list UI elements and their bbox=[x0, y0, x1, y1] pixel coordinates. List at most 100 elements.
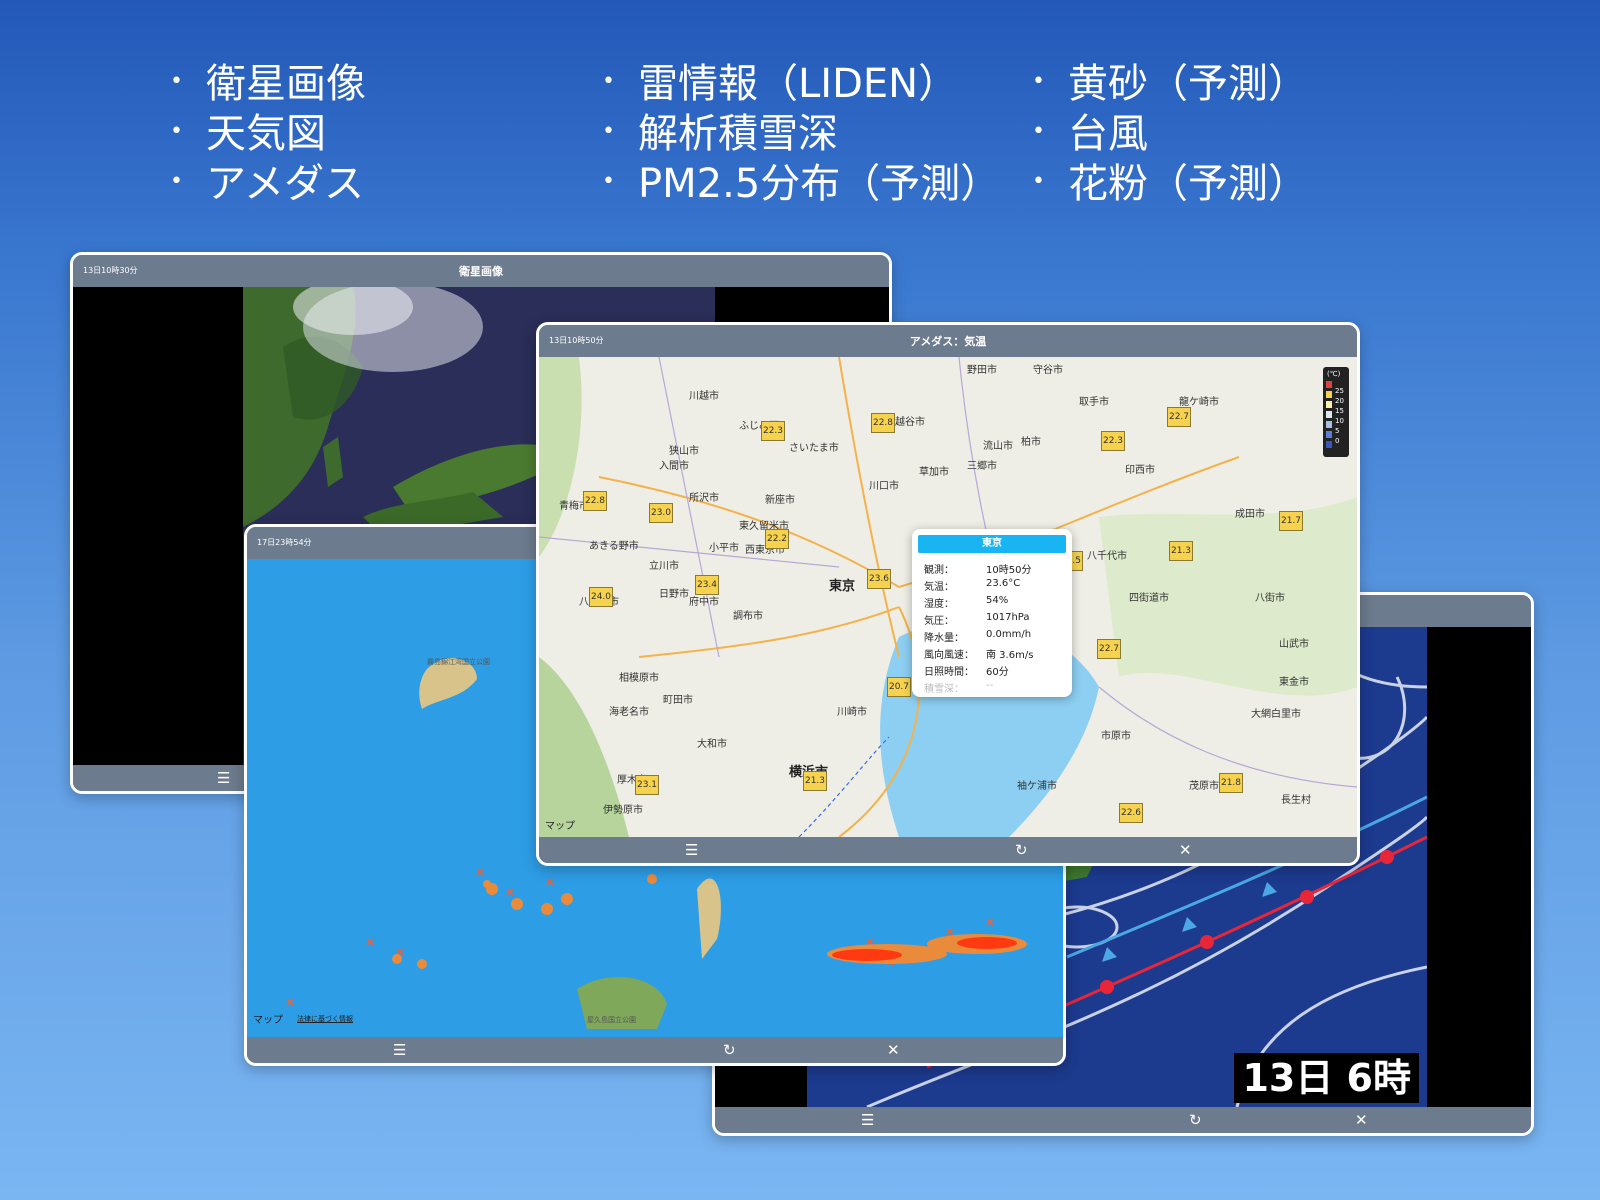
temperature-marker[interactable]: 21.3 bbox=[1169, 541, 1193, 561]
panel-header: 13日10時30分 衛星画像 bbox=[73, 255, 889, 287]
feature-item: 衛星画像 bbox=[170, 60, 366, 110]
map-label: 守谷市 bbox=[1033, 365, 1063, 376]
feature-item: アメダス bbox=[170, 160, 366, 210]
legend-swatch bbox=[1326, 401, 1332, 408]
temperature-marker[interactable]: 20.7 bbox=[887, 677, 911, 697]
temperature-marker[interactable]: 23.4 bbox=[695, 575, 719, 595]
map-label: 四街道市 bbox=[1129, 593, 1169, 604]
popup-row: 日照時間： 60分 bbox=[924, 663, 1066, 679]
panel-footer: ☰ ↻ ✕ bbox=[539, 837, 1357, 863]
map-label: 川口市 bbox=[869, 481, 899, 492]
panel-title: 衛星画像 bbox=[459, 265, 503, 278]
map-label: 柏市 bbox=[1021, 437, 1041, 448]
map-label: 越谷市 bbox=[895, 417, 925, 428]
list-icon[interactable]: ☰ bbox=[217, 769, 230, 787]
refresh-icon[interactable]: ↻ bbox=[723, 1041, 736, 1059]
close-icon[interactable]: ✕ bbox=[887, 1041, 900, 1059]
popup-value: 0.0mm/h bbox=[986, 629, 1032, 640]
map-label: 川越市 bbox=[689, 391, 719, 402]
popup-title: 東京 bbox=[918, 535, 1066, 553]
refresh-icon[interactable]: ↻ bbox=[1189, 1111, 1202, 1129]
legend-level: 0 bbox=[1335, 437, 1340, 445]
map-label: 東金市 bbox=[1279, 677, 1309, 688]
map-label: 長生村 bbox=[1281, 795, 1311, 806]
close-icon[interactable]: ✕ bbox=[1179, 841, 1192, 859]
temperature-marker[interactable]: 22.3 bbox=[761, 421, 785, 441]
list-icon[interactable]: ☰ bbox=[685, 841, 698, 859]
popup-value: 23.6°C bbox=[986, 578, 1021, 589]
temperature-marker[interactable]: 21.7 bbox=[1279, 511, 1303, 531]
map-label: 調布市 bbox=[733, 611, 763, 622]
temperature-marker[interactable]: 22.7 bbox=[1167, 407, 1191, 427]
popup-value: -- bbox=[986, 680, 994, 691]
legend-swatch bbox=[1326, 411, 1332, 418]
temperature-marker[interactable]: 22.8 bbox=[871, 413, 895, 433]
popup-value: 10時50分 bbox=[986, 565, 1032, 576]
temperature-marker[interactable]: 22.6 bbox=[1119, 803, 1143, 823]
panel-title: アメダス：気温 bbox=[909, 335, 987, 348]
popup-key: 降水量： bbox=[924, 633, 964, 644]
map-label: 草加市 bbox=[919, 467, 949, 478]
map-label: 立川市 bbox=[649, 561, 679, 572]
popup-value: 1017hPa bbox=[986, 612, 1030, 623]
temperature-marker[interactable]: 21.8 bbox=[1219, 773, 1243, 793]
map-label: 取手市 bbox=[1079, 397, 1109, 408]
map-label: 海老名市 bbox=[609, 707, 649, 718]
popup-key: 日照時間： bbox=[924, 667, 974, 678]
map-label: 入間市 bbox=[659, 461, 689, 472]
temperature-legend: (℃) 25 20 15 10 5 0 bbox=[1323, 367, 1349, 457]
temperature-marker[interactable]: 21.3 bbox=[803, 771, 827, 791]
temperature-marker[interactable]: 23.0 bbox=[649, 503, 673, 523]
map-label: 八街市 bbox=[1255, 593, 1285, 604]
map-label: 大網白里市 bbox=[1251, 709, 1301, 720]
legend-level: 5 bbox=[1335, 427, 1340, 435]
temperature-marker[interactable]: 22.2 bbox=[765, 529, 789, 549]
temperature-marker[interactable]: 22.7 bbox=[1097, 639, 1121, 659]
list-icon[interactable]: ☰ bbox=[393, 1041, 406, 1059]
legend-level: 20 bbox=[1335, 397, 1344, 405]
popup-row: 湿度： 54% bbox=[924, 595, 1066, 611]
map-label: 龍ケ崎市 bbox=[1179, 397, 1219, 408]
amedas-map-area[interactable]: 川越市 ふじみ野 さいたま市 狭山市 入間市 所沢市 青梅市 あきる野市 立川市… bbox=[539, 357, 1357, 837]
panel-timestamp: 17日23時54分 bbox=[257, 538, 312, 547]
map-label: 山武市 bbox=[1279, 639, 1309, 650]
feature-column-3: 黄砂（予測） 台風 花粉（予測） bbox=[1032, 60, 1308, 210]
popup-row: 気圧： 1017hPa bbox=[924, 612, 1066, 628]
temperature-marker[interactable]: 24.0 bbox=[589, 587, 613, 607]
legend-level: 25 bbox=[1335, 387, 1344, 395]
map-label: 三郷市 bbox=[967, 461, 997, 472]
legend-swatch bbox=[1326, 421, 1332, 428]
panel-header: 13日10時50分 アメダス：気温 bbox=[539, 325, 1357, 357]
refresh-icon[interactable]: ↻ bbox=[1015, 841, 1028, 859]
station-popup: 東京 観測： 10時50分 気温： 23.6°C 湿度： 54% 気圧： 1017hPa… bbox=[912, 529, 1072, 697]
map-label: 流山市 bbox=[983, 441, 1013, 452]
temperature-marker[interactable]: 22.3 bbox=[1101, 431, 1125, 451]
legend-swatch bbox=[1326, 381, 1332, 388]
feature-item: 花粉（予測） bbox=[1032, 160, 1308, 210]
temperature-marker[interactable]: 22.8 bbox=[583, 491, 607, 511]
panel-footer: ☰ ↻ ✕ bbox=[715, 1107, 1531, 1133]
map-label: 印西市 bbox=[1125, 465, 1155, 476]
feature-item: 黄砂（予測） bbox=[1032, 60, 1308, 110]
temperature-marker[interactable]: 23.1 bbox=[635, 775, 659, 795]
park-label: 屋久島国立公園 bbox=[587, 1016, 636, 1024]
popup-row: 積雪深： -- bbox=[924, 680, 1066, 696]
map-label: 狭山市 bbox=[669, 446, 699, 457]
list-icon[interactable]: ☰ bbox=[861, 1111, 874, 1129]
map-label: 府中市 bbox=[689, 597, 719, 608]
map-label: 小平市 bbox=[709, 543, 739, 554]
weather-map-date: 13日 6時 bbox=[1234, 1053, 1419, 1103]
map-label: さいたま市 bbox=[789, 443, 839, 454]
popup-key: 湿度： bbox=[924, 599, 954, 610]
temperature-marker[interactable]: 23.6 bbox=[867, 569, 891, 589]
amedas-panel: 13日10時50分 アメダス：気温 川越市 ふじみ野 さいたま市 狭山市 入間市… bbox=[536, 322, 1360, 866]
map-label: 野田市 bbox=[967, 365, 997, 376]
map-label: 新座市 bbox=[765, 495, 795, 506]
legend-swatch bbox=[1326, 441, 1332, 448]
popup-key: 気温： bbox=[924, 582, 954, 593]
map-label: 袖ケ浦市 bbox=[1017, 781, 1057, 792]
close-icon[interactable]: ✕ bbox=[1355, 1111, 1368, 1129]
map-legal-link[interactable]: 法律に基づく情報 bbox=[297, 1014, 353, 1024]
popup-row: 観測： 10時50分 bbox=[924, 561, 1066, 577]
popup-row: 風向風速： 南 3.6m/s bbox=[924, 646, 1066, 662]
